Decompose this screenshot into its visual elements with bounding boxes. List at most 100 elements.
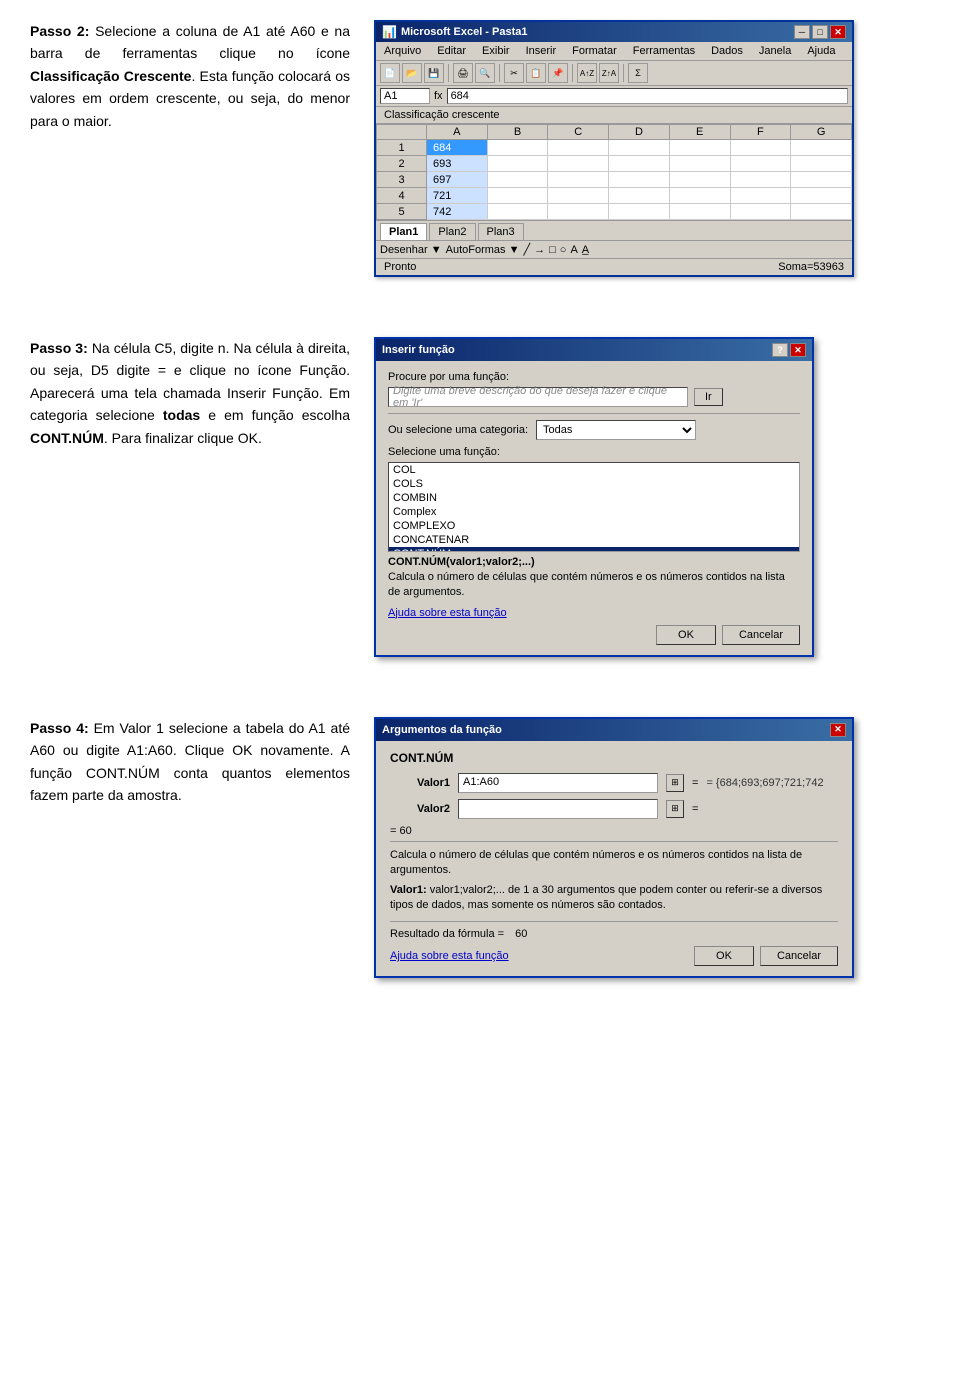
col-header-a[interactable]: A [427, 125, 488, 140]
cell-c2[interactable] [548, 156, 609, 172]
menu-ajuda[interactable]: Ajuda [803, 44, 839, 58]
cell-d5[interactable] [609, 204, 670, 220]
draw-btn[interactable]: Desenhar ▼ [380, 244, 442, 256]
tb-paste[interactable]: 📌 [548, 63, 568, 83]
category-select[interactable]: Todas [536, 420, 696, 440]
col-header-f[interactable]: F [730, 125, 791, 140]
sheet-plan3[interactable]: Plan3 [478, 223, 524, 240]
cell-b1[interactable] [487, 140, 548, 156]
func-concatenar[interactable]: CONCATENAR [389, 533, 799, 547]
col-header-d[interactable]: D [609, 125, 670, 140]
cell-g2[interactable] [791, 156, 852, 172]
help-link-2[interactable]: Ajuda sobre esta função [388, 607, 507, 619]
valor2-input[interactable] [458, 799, 658, 819]
cell-g5[interactable] [791, 204, 852, 220]
func-complex[interactable]: Complex [389, 505, 799, 519]
cell-e2[interactable] [669, 156, 730, 172]
menu-janela[interactable]: Janela [755, 44, 795, 58]
func-col[interactable]: COL [389, 463, 799, 477]
col-header-e[interactable]: E [669, 125, 730, 140]
cell-c1[interactable] [548, 140, 609, 156]
cell-d4[interactable] [609, 188, 670, 204]
cell-f2[interactable] [730, 156, 791, 172]
dialog-close-btn-2[interactable]: ✕ [790, 343, 806, 357]
func-contnum[interactable]: CONT.NÚM [389, 547, 799, 552]
tb-sort-asc[interactable]: A↑Z [577, 63, 597, 83]
cell-e1[interactable] [669, 140, 730, 156]
sheet-plan1[interactable]: Plan1 [380, 223, 427, 240]
draw-rect[interactable]: □ [549, 244, 556, 256]
tb-open[interactable]: 📂 [402, 63, 422, 83]
cell-f3[interactable] [730, 172, 791, 188]
menu-inserir[interactable]: Inserir [522, 44, 561, 58]
cell-e5[interactable] [669, 204, 730, 220]
tb-preview[interactable]: 🔍 [475, 63, 495, 83]
cell-b3[interactable] [487, 172, 548, 188]
draw-ellipse[interactable]: ○ [560, 244, 567, 256]
col-header-b[interactable]: B [487, 125, 548, 140]
draw-text[interactable]: A [570, 244, 577, 256]
function-list[interactable]: COL COLS COMBIN Complex COMPLEXO CONCATE… [388, 462, 800, 552]
valor1-ref-btn[interactable]: ⊞ [666, 774, 684, 792]
menu-arquivo[interactable]: Arquivo [380, 44, 425, 58]
excel-menubar-1[interactable]: Arquivo Editar Exibir Inserir Formatar F… [376, 42, 852, 61]
cell-a3[interactable]: 697 [427, 172, 488, 188]
args-ok-button[interactable]: OK [694, 946, 754, 966]
cell-f5[interactable] [730, 204, 791, 220]
tb-cut[interactable]: ✂ [504, 63, 524, 83]
menu-dados[interactable]: Dados [707, 44, 747, 58]
dialog-help-btn-2[interactable]: ? [772, 343, 788, 357]
menu-formatar[interactable]: Formatar [568, 44, 621, 58]
tb-sum[interactable]: Σ [628, 63, 648, 83]
minimize-btn[interactable]: ─ [794, 25, 810, 39]
tb-save[interactable]: 💾 [424, 63, 444, 83]
cell-a4[interactable]: 721 [427, 188, 488, 204]
sheet-plan2[interactable]: Plan2 [429, 223, 475, 240]
cell-d1[interactable] [609, 140, 670, 156]
close-btn[interactable]: ✕ [830, 25, 846, 39]
func-combin[interactable]: COMBIN [389, 491, 799, 505]
name-box-1[interactable]: A1 [380, 88, 430, 104]
draw-line[interactable]: ╱ [524, 243, 531, 256]
menu-exibir[interactable]: Exibir [478, 44, 514, 58]
cell-a5[interactable]: 742 [427, 204, 488, 220]
valor2-ref-btn[interactable]: ⊞ [666, 800, 684, 818]
cell-c5[interactable] [548, 204, 609, 220]
cell-a1[interactable]: 684 [427, 140, 488, 156]
cell-g1[interactable] [791, 140, 852, 156]
ir-button[interactable]: Ir [694, 388, 723, 406]
maximize-btn[interactable]: □ [812, 25, 828, 39]
draw-arrow[interactable]: → [534, 244, 545, 256]
cell-c3[interactable] [548, 172, 609, 188]
cell-c4[interactable] [548, 188, 609, 204]
cell-b5[interactable] [487, 204, 548, 220]
cell-g3[interactable] [791, 172, 852, 188]
tb-sort-desc[interactable]: Z↑A [599, 63, 619, 83]
args-cancel-button[interactable]: Cancelar [760, 946, 838, 966]
cell-g4[interactable] [791, 188, 852, 204]
cell-b4[interactable] [487, 188, 548, 204]
autoformas-btn[interactable]: AutoFormas ▼ [446, 244, 520, 256]
tb-print[interactable]: 🖨 [453, 63, 473, 83]
tb-new[interactable]: 📄 [380, 63, 400, 83]
cancel-button-2[interactable]: Cancelar [722, 625, 800, 645]
args-close-btn[interactable]: ✕ [830, 723, 846, 737]
cell-f4[interactable] [730, 188, 791, 204]
draw-wordart[interactable]: A̲ [582, 244, 589, 256]
formula-input-1[interactable]: 684 [447, 88, 848, 104]
args-help-link[interactable]: Ajuda sobre esta função [390, 950, 509, 962]
cell-a2[interactable]: 693 [427, 156, 488, 172]
cell-d2[interactable] [609, 156, 670, 172]
menu-editar[interactable]: Editar [433, 44, 470, 58]
cell-e4[interactable] [669, 188, 730, 204]
func-cols[interactable]: COLS [389, 477, 799, 491]
search-textbox[interactable]: Digite uma breve descrição do que deseja… [388, 387, 688, 407]
menu-ferramentas[interactable]: Ferramentas [629, 44, 699, 58]
func-complexo[interactable]: COMPLEXO [389, 519, 799, 533]
col-header-g[interactable]: G [791, 125, 852, 140]
cell-d3[interactable] [609, 172, 670, 188]
cell-f1[interactable] [730, 140, 791, 156]
ok-button-2[interactable]: OK [656, 625, 716, 645]
cell-b2[interactable] [487, 156, 548, 172]
tb-copy[interactable]: 📋 [526, 63, 546, 83]
